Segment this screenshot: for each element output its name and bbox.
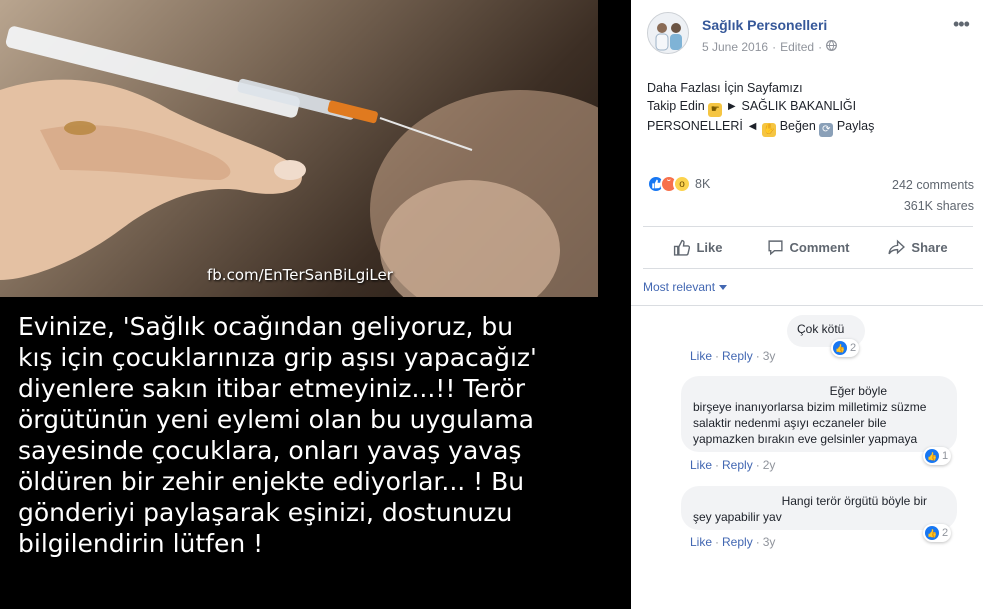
caption-line: öldüren bir zehir enjekte ediyorlar... !… [18, 467, 525, 496]
like-reaction-icon: 👍 [925, 449, 939, 463]
comment-like-badge[interactable]: 👍 1 [923, 447, 952, 465]
post-actions-bar: Like Comment Share [643, 229, 973, 265]
like-reaction-icon: 👍 [925, 526, 939, 540]
comment-bubble: Hangi terör örgütü böyle bir şey yapabil… [681, 486, 957, 530]
image-caption: Evinize, 'Sağlık ocağından geliyoruz, bu… [18, 311, 618, 559]
post-side-panel: Sağlık Personelleri 5 June 2016 · Edited… [631, 0, 983, 609]
more-dots-icon[interactable]: ••• [953, 14, 970, 35]
caption-line: sayesinde çocuklara, onları yavaş yavaş [18, 436, 522, 465]
post-meta: 5 June 2016 · Edited · [702, 40, 838, 54]
divider [643, 226, 973, 227]
post-text-line: PERSONELLERİ ◄ ✋ Beğen ⟳ Paylaş [647, 119, 875, 137]
comment-text: yapmazken bırakın eve gelsinler yapmaya [693, 432, 918, 446]
shares-count-link[interactable]: 361K shares [904, 199, 974, 213]
comment-text: salaktir nedenmi aşıyı eczaneler bile [693, 416, 887, 430]
post-text-line: Takip Edin ☛ ► SAĞLIK BAKANLIĞI [647, 99, 857, 117]
comment-button[interactable]: Comment [753, 229, 863, 265]
syringe-photo[interactable]: fb.com/EnTerSanBiLgiLer [0, 0, 598, 297]
comments-count-link[interactable]: 242 comments [892, 178, 974, 192]
comment-actions: Like · Reply · 3y [690, 535, 776, 549]
watermark-text: fb.com/EnTerSanBiLgiLer [207, 266, 393, 284]
like-reaction-icon: 👍 [833, 341, 847, 355]
caption-line: diyenlere sakın itibar etmeyiniz...!! Te… [18, 374, 525, 403]
caret-down-icon [719, 280, 728, 294]
comment-text: Çok kötü [797, 322, 845, 336]
post-text: Daha Fazlası İçin Sayfamızı Takip Edin ☛… [647, 79, 967, 137]
share-button[interactable]: Share [863, 229, 973, 265]
comment-time[interactable]: 3y [763, 349, 776, 363]
reaction-summary[interactable]: ˘ o 8K [647, 175, 710, 193]
caption-line: kış için çocuklarınıza grip aşısı yapaca… [18, 343, 537, 372]
comment-reply-link[interactable]: Reply [722, 535, 753, 549]
share-arrow-icon [888, 239, 906, 254]
comment-bubble-icon [767, 239, 783, 255]
comment-like-badge[interactable]: 👍 2 [831, 339, 860, 357]
caption-line: örgütünün yeni eylemi olan bu uygulama [18, 405, 534, 434]
caption-line: Evinize, 'Sağlık ocağından geliyoruz, bu [18, 312, 514, 341]
page-name-link[interactable]: Sağlık Personelleri [702, 17, 827, 33]
comments-scrollbar[interactable] [977, 306, 983, 609]
comment-text: birşeye inanıyorlarsa bizim milletimiz s… [693, 400, 927, 414]
comment-reply-link[interactable]: Reply [722, 458, 753, 472]
comment-time[interactable]: 3y [763, 535, 776, 549]
divider [631, 305, 983, 306]
comment-like-link[interactable]: Like [690, 349, 712, 363]
share-arrows-icon: ⟳ [819, 123, 834, 137]
comment-sort-dropdown[interactable]: Most relevant [643, 280, 728, 294]
comment-bubble: Eğer böyle birşeye inanıyorlarsa bizim m… [681, 376, 957, 452]
comment-actions: Like · Reply · 3y [690, 349, 776, 363]
caption-line: bilgilendirin lütfen ! [18, 529, 264, 558]
comment-reply-link[interactable]: Reply [722, 349, 753, 363]
divider [643, 268, 973, 269]
comment-like-link[interactable]: Like [690, 458, 712, 472]
like-button[interactable]: Like [643, 229, 753, 265]
comment-text: Eğer böyle [829, 384, 887, 398]
pointing-hand-icon: ☛ [708, 103, 723, 117]
thumbs-up-emoji-icon: ✋ [762, 123, 777, 137]
comment-text: Hangi terör örgütü böyle bir [781, 494, 927, 508]
comment-like-link[interactable]: Like [690, 535, 712, 549]
globe-icon[interactable] [826, 40, 838, 54]
like-thumb-icon [674, 239, 691, 256]
comment-time[interactable]: 2y [763, 458, 776, 472]
post-media[interactable]: fb.com/EnTerSanBiLgiLer Evinize, 'Sağlık… [0, 0, 631, 609]
comment-text: şey yapabilir yav [693, 510, 782, 524]
comment-like-badge[interactable]: 👍 2 [923, 524, 952, 542]
comment-actions: Like · Reply · 2y [690, 458, 776, 472]
post-date[interactable]: 5 June 2016 [702, 40, 768, 54]
reactions-count: 8K [695, 177, 711, 191]
edited-label[interactable]: Edited [780, 40, 814, 54]
wow-reaction-icon: o [673, 175, 691, 193]
post-text-line: Daha Fazlası İçin Sayfamızı [647, 81, 803, 95]
page-avatar[interactable] [647, 12, 689, 54]
caption-line: gönderiyi paylaşarak eşinizi, dostunuzu [18, 498, 513, 527]
